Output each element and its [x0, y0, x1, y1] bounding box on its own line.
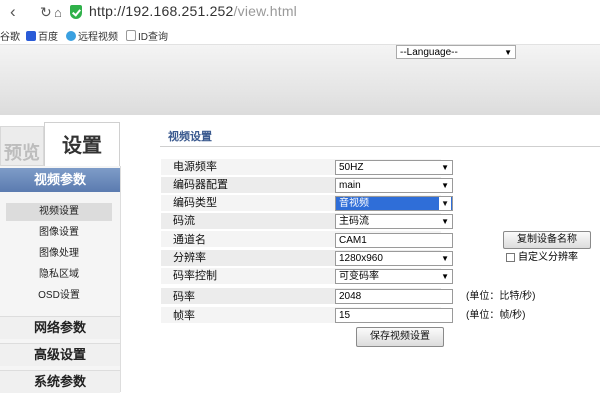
select-value: 50HZ [339, 162, 364, 173]
power-frequency-label: 电源频率 [173, 161, 217, 173]
sidebar-category-video-params[interactable]: 视频参数 [0, 168, 120, 192]
bitrate-control-label: 码率控制 [173, 270, 217, 282]
back-icon[interactable]: ‹ [10, 2, 16, 22]
dropdown-arrow-icon: ▼ [441, 217, 449, 226]
bitrate-control-select[interactable]: 可变码率 ▼ [335, 269, 453, 284]
resolution-select[interactable]: 1280x960 ▼ [335, 251, 453, 266]
url-host: http://192.168.251.252 [89, 3, 234, 19]
sidebar-category-advanced[interactable]: 高级设置 [0, 343, 120, 366]
stream-select[interactable]: 主码流 ▼ [335, 214, 453, 229]
section-title: 视频设置 [168, 131, 212, 143]
sidebar-category-label: 网络参数 [33, 320, 86, 335]
bookmark-id-query[interactable]: ID查询 [126, 28, 168, 43]
select-value: 1280x960 [339, 253, 383, 264]
remote-video-icon [66, 30, 76, 41]
tab-settings[interactable]: 设置 [44, 122, 120, 166]
dropdown-arrow-icon: ▼ [441, 254, 449, 263]
bookmark-baidu[interactable]: 百度 [26, 28, 58, 43]
section-divider [160, 146, 600, 147]
sidebar-item-image-settings[interactable]: 图像设置 [6, 224, 112, 242]
bookmark-google[interactable]: 谷歌 [0, 28, 20, 43]
select-value: 主码流 [339, 216, 369, 227]
address-bar[interactable]: http://192.168.251.252/view.html [89, 3, 297, 19]
bitrate-label: 码率 [173, 291, 195, 303]
stream-label: 码流 [173, 215, 195, 227]
tab-preview-label: 预览 [4, 143, 40, 163]
dropdown-arrow-icon: ▼ [441, 181, 449, 190]
custom-resolution-label: 自定义分辨率 [518, 252, 578, 263]
bookmark-label: 谷歌 [0, 32, 20, 43]
channel-name-label: 通道名 [173, 234, 206, 246]
sidebar-category-label: 视频参数 [33, 172, 86, 187]
select-value: 音视频 [339, 198, 369, 209]
reload-icon[interactable]: ↻ [40, 2, 52, 22]
sidebar-category-network[interactable]: 网络参数 [0, 316, 120, 339]
sidebar-category-label: 高级设置 [33, 347, 86, 362]
sidebar-item-label: 图像处理 [39, 248, 79, 259]
sidebar-item-privacy-zone[interactable]: 隐私区域 [6, 266, 112, 284]
power-frequency-select[interactable]: 50HZ ▼ [335, 160, 453, 175]
channel-name-input[interactable]: CAM1 [335, 233, 453, 248]
sidebar-category-label: 系统参数 [33, 374, 86, 389]
custom-resolution-checkbox[interactable] [506, 253, 515, 262]
dropdown-arrow-icon: ▼ [441, 163, 449, 172]
framerate-unit: (单位：帧/秒) [466, 310, 526, 321]
encoder-config-select[interactable]: main ▼ [335, 178, 453, 193]
bookmark-label: 远程视频 [78, 32, 118, 43]
sidebar-item-label: 视频设置 [39, 206, 79, 217]
language-select-value: --Language-- [400, 47, 458, 58]
sidebar-item-label: 图像设置 [39, 227, 79, 238]
encoder-config-label: 编码器配置 [173, 179, 228, 191]
security-shield-icon [70, 5, 82, 19]
sidebar-item-osd-settings[interactable]: OSD设置 [6, 287, 112, 305]
url-path: /view.html [233, 3, 297, 19]
resolution-label: 分辨率 [173, 252, 206, 264]
sidebar-item-label: 隐私区域 [39, 269, 79, 280]
bookmark-label: ID查询 [138, 32, 168, 43]
encoding-type-select[interactable]: 音视频 ▼ [335, 196, 453, 211]
dropdown-arrow-icon: ▼ [439, 197, 451, 210]
bookmarks-bar: 谷歌 百度 远程视频 ID查询 [0, 26, 600, 44]
home-icon[interactable]: ⌂ [54, 3, 62, 23]
bookmark-remote-video[interactable]: 远程视频 [66, 28, 118, 43]
select-value: 可变码率 [339, 271, 379, 282]
browser-toolbar: ‹ ↻ ⌂ http://192.168.251.252/view.html [0, 0, 600, 26]
baidu-paw-icon [26, 30, 36, 41]
select-value: main [339, 180, 361, 191]
bitrate-input[interactable]: 2048 [335, 289, 453, 304]
sidebar-category-system[interactable]: 系统参数 [0, 370, 120, 393]
dropdown-arrow-icon: ▼ [504, 48, 512, 57]
sidebar-item-image-processing[interactable]: 图像处理 [6, 245, 112, 263]
tab-preview[interactable]: 预览 [0, 126, 44, 166]
bitrate-unit: (单位：比特/秒) [466, 291, 536, 302]
framerate-label: 帧率 [173, 310, 195, 322]
page-icon [126, 30, 136, 41]
copy-device-name-button[interactable]: 复制设备名称 [503, 231, 591, 249]
encoding-type-label: 编码类型 [173, 197, 217, 209]
sidebar-item-label: OSD设置 [38, 290, 80, 301]
sidebar-item-video-settings[interactable]: 视频设置 [6, 203, 112, 221]
tab-settings-label: 设置 [62, 135, 102, 157]
save-video-settings-button[interactable]: 保存视频设置 [356, 327, 444, 347]
dropdown-arrow-icon: ▼ [441, 272, 449, 281]
framerate-input[interactable]: 15 [335, 308, 453, 323]
language-select[interactable]: --Language-- ▼ [396, 45, 516, 59]
bookmark-label: 百度 [38, 32, 58, 43]
